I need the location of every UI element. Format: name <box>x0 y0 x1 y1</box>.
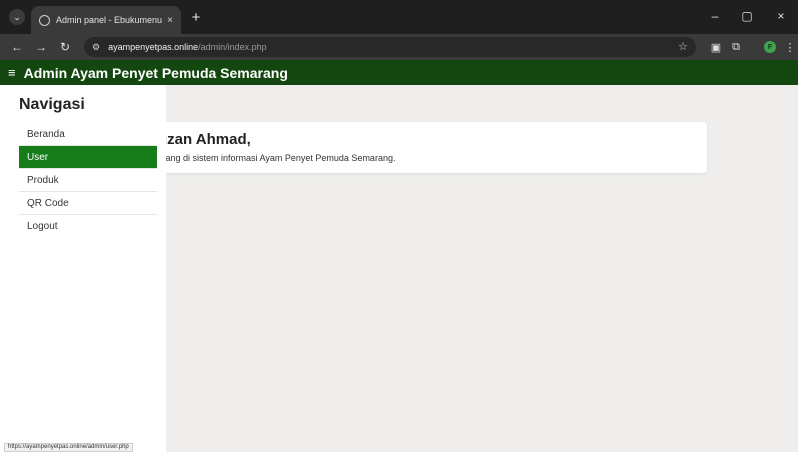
reload-button[interactable]: ↻ <box>56 38 74 56</box>
sidebar-item-qr-code[interactable]: QR Code <box>19 192 157 215</box>
globe-icon <box>39 14 50 26</box>
restore-button[interactable]: ▢ <box>736 6 758 26</box>
sidebar-nav: Beranda User Produk QR Code Logout <box>19 123 157 238</box>
welcome-card: uzan Ahmad, atang di sistem informasi Ay… <box>158 122 707 173</box>
app-header: ≡ Admin Ayam Penyet Pemuda Semarang <box>0 60 798 85</box>
welcome-greeting: uzan Ahmad, <box>158 131 251 148</box>
sidebar-item-logout[interactable]: Logout <box>19 215 157 238</box>
new-tab-button[interactable]: + <box>187 8 205 26</box>
sidebar-item-beranda[interactable]: Beranda <box>19 123 157 146</box>
status-bar-url: https://ayampenyetpas.online/admin/user.… <box>4 443 133 452</box>
tab-title: Admin panel - Ebukumenu <box>56 15 163 25</box>
sidebar-item-user[interactable]: User <box>19 146 157 169</box>
minimize-button[interactable]: – <box>704 6 726 26</box>
close-window-button[interactable]: × <box>770 6 792 26</box>
app-title: Admin Ayam Penyet Pemuda Semarang <box>23 64 288 81</box>
url-host: ayampenyetpas.online <box>108 42 199 52</box>
browser-menu-icon[interactable]: ⋮ <box>782 39 798 55</box>
forward-button[interactable]: → <box>32 38 50 56</box>
bookmark-star-icon[interactable]: ☆ <box>678 40 688 53</box>
extension-icon[interactable]: ▣ <box>708 39 724 55</box>
address-bar[interactable]: ⚙ ayampenyetpas.online/admin/index.php ☆ <box>84 37 696 57</box>
sidebar: Navigasi Beranda User Produk QR Code Log… <box>0 85 166 452</box>
sidebar-item-produk[interactable]: Produk <box>19 169 157 192</box>
extensions-puzzle-icon[interactable]: ⧉ <box>728 39 744 55</box>
browser-tab-strip: ⌄ Admin panel - Ebukumenu × + – ▢ × <box>0 0 798 34</box>
site-info-icon[interactable]: ⚙ <box>92 42 100 53</box>
url-path: /admin/index.php <box>198 42 267 52</box>
sidebar-heading: Navigasi <box>19 96 85 113</box>
tab-close-icon[interactable]: × <box>167 15 173 26</box>
browser-toolbar: ← → ↻ ⚙ ayampenyetpas.online/admin/index… <box>0 34 798 60</box>
profile-avatar[interactable]: F <box>764 41 776 53</box>
back-button[interactable]: ← <box>8 38 26 56</box>
welcome-message: atang di sistem informasi Ayam Penyet Pe… <box>158 153 396 163</box>
browser-tab[interactable]: Admin panel - Ebukumenu × <box>31 6 181 34</box>
tab-search-button[interactable]: ⌄ <box>9 9 25 25</box>
hamburger-menu-icon[interactable]: ≡ <box>8 65 16 80</box>
